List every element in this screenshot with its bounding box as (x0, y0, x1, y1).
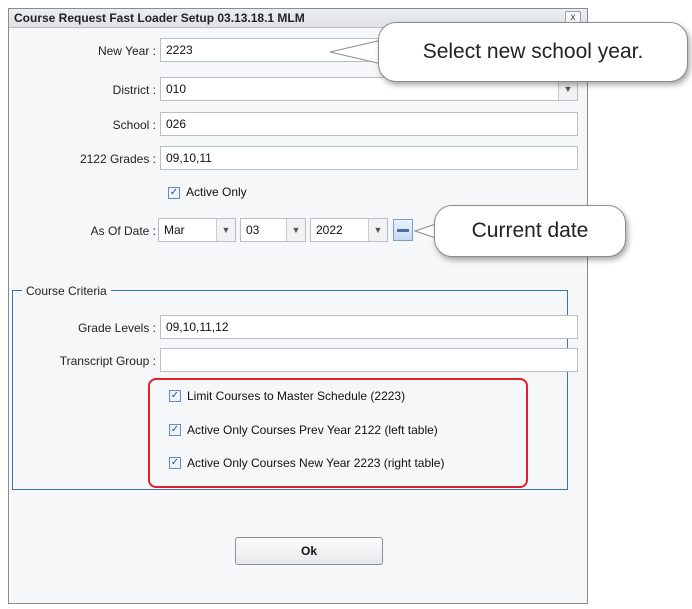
callout-tail (329, 39, 384, 65)
active-new-year-checkbox[interactable]: ✓ (169, 457, 181, 469)
month-select[interactable]: Mar ▼ (158, 218, 236, 242)
district-label: District : (112, 83, 156, 97)
current-date-callout: Current date (434, 205, 626, 257)
school-input[interactable]: 026 (160, 112, 578, 136)
active-new-year-label: Active Only Courses New Year 2223 (right… (187, 456, 445, 470)
as-of-date-label: As Of Date : (90, 224, 156, 238)
day-value: 03 (246, 223, 260, 237)
transcript-group-input[interactable] (160, 348, 578, 372)
chevron-down-icon[interactable]: ▼ (368, 219, 387, 241)
calendar-button[interactable] (393, 219, 413, 241)
active-prev-year-checkbox[interactable]: ✓ (169, 424, 181, 436)
transcript-group-label: Transcript Group : (59, 354, 156, 368)
year-select[interactable]: 2022 ▼ (310, 218, 388, 242)
course-criteria-legend: Course Criteria (22, 284, 111, 298)
grades-label: 2122 Grades : (79, 152, 156, 166)
school-year-callout: Select new school year. (378, 22, 688, 82)
district-value: 010 (166, 82, 187, 96)
limit-master-schedule-checkbox[interactable]: ✓ (169, 390, 181, 402)
new-year-label: New Year : (97, 44, 156, 58)
calendar-icon (397, 229, 409, 232)
background-strip (0, 0, 692, 8)
month-value: Mar (164, 223, 185, 237)
active-only-checkbox[interactable]: ✓ (168, 187, 180, 199)
grades-input[interactable]: 09,10,11 (160, 146, 578, 170)
school-label: School : (112, 118, 156, 132)
day-select[interactable]: 03 ▼ (240, 218, 306, 242)
chevron-down-icon[interactable]: ▼ (286, 219, 305, 241)
year-value: 2022 (316, 223, 343, 237)
chevron-down-icon[interactable]: ▼ (216, 219, 235, 241)
ok-button[interactable]: Ok (235, 537, 383, 565)
active-only-label: Active Only (186, 185, 247, 199)
grade-levels-label: Grade Levels : (77, 321, 156, 335)
dialog-title: Course Request Fast Loader Setup 03.13.1… (14, 11, 305, 25)
limit-master-schedule-label: Limit Courses to Master Schedule (2223) (187, 389, 406, 403)
grade-levels-input[interactable]: 09,10,11,12 (160, 315, 578, 339)
active-prev-year-label: Active Only Courses Prev Year 2122 (left… (187, 423, 438, 437)
